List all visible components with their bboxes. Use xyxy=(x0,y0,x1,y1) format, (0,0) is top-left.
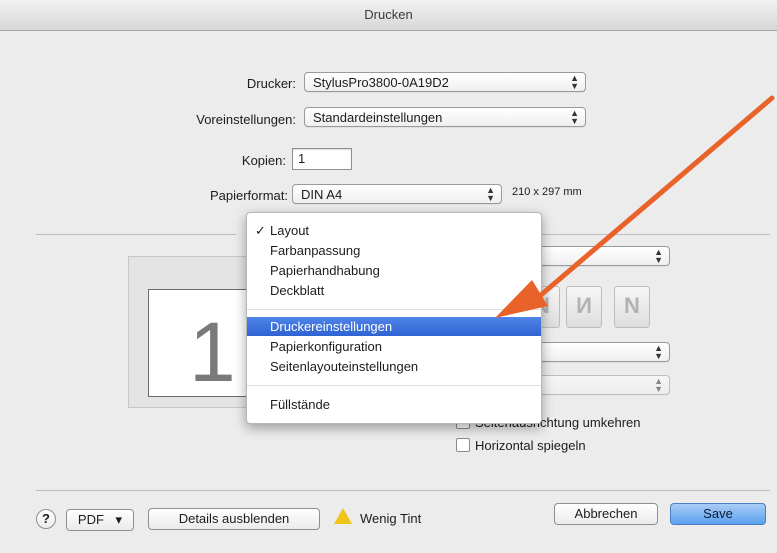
annotation-arrow xyxy=(495,95,775,318)
annotation-arrow-shaft xyxy=(525,95,775,309)
annotation-arrow-head xyxy=(495,280,548,318)
print-dialog: Drucken Drucker: StylusPro3800-0A19D2 ▲ ▼… xyxy=(0,0,777,553)
